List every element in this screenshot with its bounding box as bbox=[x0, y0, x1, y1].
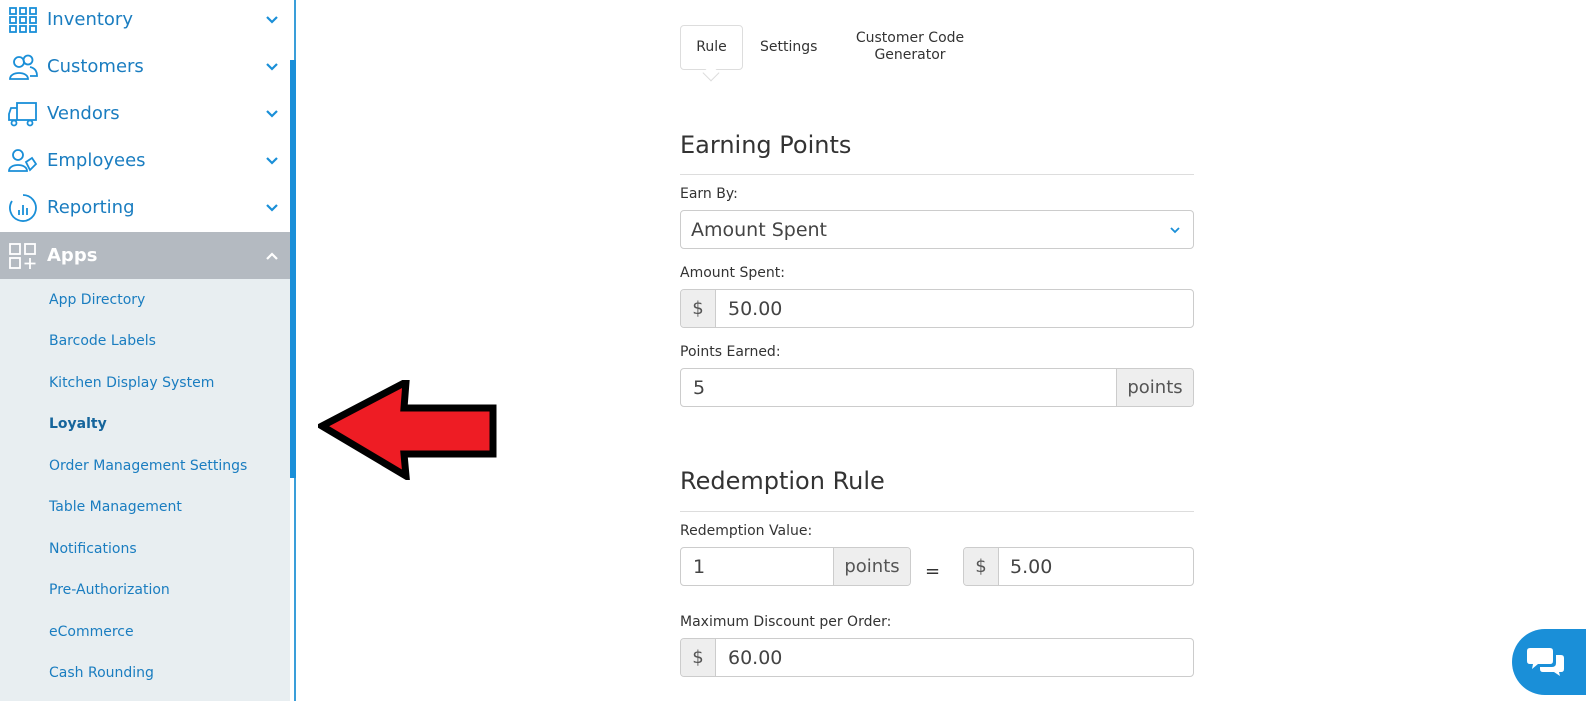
redemption-rule-heading: Redemption Rule bbox=[680, 467, 885, 495]
points-earned-input[interactable]: 5 points bbox=[680, 368, 1194, 407]
chat-icon bbox=[1527, 648, 1564, 676]
submenu-notifications[interactable]: Notifications bbox=[49, 541, 137, 557]
nav-reporting[interactable]: Reporting bbox=[0, 184, 290, 231]
section-divider bbox=[680, 174, 1194, 175]
currency-addon: $ bbox=[964, 548, 999, 585]
customers-icon bbox=[9, 54, 38, 80]
currency-addon: $ bbox=[681, 639, 716, 676]
redemption-points-input[interactable]: 1 points bbox=[680, 547, 911, 586]
earn-by-select[interactable]: Amount Spent bbox=[680, 210, 1194, 249]
grid-icon bbox=[9, 6, 37, 33]
nav-label: Apps bbox=[47, 245, 98, 266]
earn-by-label: Earn By: bbox=[680, 186, 738, 202]
currency-addon: $ bbox=[681, 290, 716, 327]
points-earned-label: Points Earned: bbox=[680, 344, 781, 360]
tab-settings-label: Settings bbox=[760, 39, 818, 55]
amount-spent-value: 50.00 bbox=[728, 297, 783, 320]
amount-spent-label: Amount Spent: bbox=[680, 265, 785, 281]
equals-sign: = bbox=[925, 561, 941, 582]
tab-notch bbox=[702, 64, 720, 82]
tab-rule-label: Rule bbox=[696, 39, 727, 55]
sidebar: Inventory Customers Vendors Employees Re… bbox=[0, 0, 296, 701]
submenu-loyalty[interactable]: Loyalty bbox=[49, 416, 107, 432]
submenu-table-management[interactable]: Table Management bbox=[49, 499, 182, 515]
submenu-app-directory[interactable]: App Directory bbox=[49, 292, 145, 308]
nav-label: Reporting bbox=[47, 197, 135, 218]
nav-label: Employees bbox=[47, 150, 146, 171]
submenu-barcode-labels[interactable]: Barcode Labels bbox=[49, 333, 156, 349]
nav-customers[interactable]: Customers bbox=[0, 43, 290, 90]
nav-label: Vendors bbox=[47, 103, 120, 124]
submenu-pre-authorization[interactable]: Pre-Authorization bbox=[49, 582, 170, 598]
chevron-up-icon bbox=[266, 251, 278, 260]
redemption-dollar-input[interactable]: $ 5.00 bbox=[963, 547, 1194, 586]
chevron-down-icon bbox=[266, 203, 278, 212]
chevron-down-icon bbox=[266, 62, 278, 71]
truck-icon bbox=[8, 101, 37, 126]
nav-employees[interactable]: Employees bbox=[0, 137, 290, 184]
chart-icon bbox=[9, 193, 37, 222]
employees-icon bbox=[8, 148, 38, 172]
points-addon: points bbox=[833, 548, 910, 585]
nav-vendors[interactable]: Vendors bbox=[0, 90, 290, 137]
red-arrow-annotation bbox=[318, 380, 497, 480]
nav-label: Customers bbox=[47, 56, 144, 77]
tab-customer-code-generator[interactable]: Customer Code Generator bbox=[850, 30, 970, 64]
apps-icon bbox=[9, 242, 36, 269]
submenu-cash-rounding[interactable]: Cash Rounding bbox=[49, 665, 154, 681]
chevron-down-icon bbox=[266, 156, 278, 165]
tab-generator-label-line2: Generator bbox=[874, 47, 946, 63]
earning-points-heading: Earning Points bbox=[680, 131, 852, 159]
nav-label: Inventory bbox=[47, 9, 133, 30]
chevron-down-icon bbox=[266, 109, 278, 118]
apps-submenu: App Directory Barcode Labels Kitchen Dis… bbox=[0, 279, 290, 701]
earn-by-value: Amount Spent bbox=[691, 218, 828, 241]
redemption-dollar-value: 5.00 bbox=[1010, 555, 1053, 578]
nav-inventory[interactable]: Inventory bbox=[0, 0, 290, 43]
section-divider bbox=[680, 511, 1194, 512]
max-discount-value: 60.00 bbox=[728, 646, 783, 669]
chevron-down-icon bbox=[1170, 227, 1180, 234]
chat-button[interactable] bbox=[1512, 629, 1586, 695]
chevron-down-icon bbox=[266, 15, 278, 24]
points-addon: points bbox=[1116, 369, 1193, 406]
submenu-ecommerce[interactable]: eCommerce bbox=[49, 624, 134, 640]
points-earned-value: 5 bbox=[693, 376, 706, 399]
redemption-value-label: Redemption Value: bbox=[680, 523, 813, 539]
tab-rule[interactable]: Rule bbox=[680, 25, 743, 82]
nav-apps[interactable]: Apps bbox=[0, 232, 290, 279]
amount-spent-input[interactable]: $ 50.00 bbox=[680, 289, 1194, 328]
max-discount-label: Maximum Discount per Order: bbox=[680, 614, 892, 630]
submenu-order-management[interactable]: Order Management Settings bbox=[49, 458, 247, 474]
max-discount-input[interactable]: $ 60.00 bbox=[680, 638, 1194, 677]
submenu-kitchen-display[interactable]: Kitchen Display System bbox=[49, 375, 214, 391]
tab-generator-label-line1: Customer Code bbox=[855, 30, 965, 46]
sidebar-scrollbar[interactable] bbox=[290, 60, 296, 478]
redemption-points-value: 1 bbox=[693, 555, 706, 578]
tab-settings[interactable]: Settings bbox=[760, 25, 817, 70]
